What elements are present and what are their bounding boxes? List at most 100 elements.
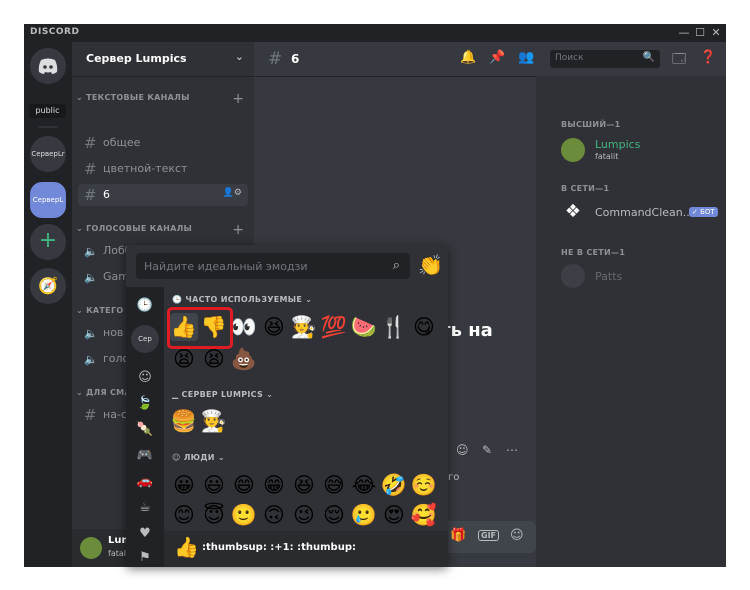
minimize-button[interactable]: — <box>676 25 692 41</box>
search-icon: 🔍 <box>642 52 655 63</box>
explore-servers-button[interactable]: 🧭 <box>30 268 66 304</box>
speaker-icon: 🔈 <box>84 327 98 340</box>
app-brand: DISCORD <box>30 27 80 37</box>
bot-avatar-icon[interactable]: ❖ <box>561 200 585 224</box>
add-channel-icon[interactable]: + <box>232 92 244 106</box>
emoji-custom-cook[interactable]: 🧑‍🍳 <box>200 407 228 435</box>
category-dlya[interactable]: ⌄ ДЛЯ СМА <box>76 388 131 397</box>
emoji-icon[interactable]: ☺ <box>510 528 524 543</box>
flag-icon[interactable]: ⚑ <box>134 547 156 567</box>
car-icon[interactable]: 🚗 <box>134 471 156 493</box>
emoji-search-placeholder: Найдите идеальный эмодзи <box>144 260 308 273</box>
emoji-people[interactable]: 😉 <box>290 501 318 529</box>
emoji-people[interactable]: 🙂 <box>230 501 258 529</box>
clapping-hands-icon[interactable]: 👏 <box>418 253 443 277</box>
home-button[interactable] <box>30 48 66 84</box>
gamepad-icon[interactable]: 🎮 <box>134 445 156 467</box>
emoji-people[interactable]: 😍 <box>380 501 408 529</box>
message-composer[interactable]: 🎁 GIF ☺ <box>440 521 536 553</box>
emoji-eyes[interactable]: 👀 <box>230 313 258 341</box>
rail-divider <box>38 126 58 128</box>
popsicle-icon[interactable]: 🍡 <box>134 419 156 441</box>
server-header[interactable]: Сервер Lumpics ⌄ <box>72 42 254 77</box>
emoji-tired-face[interactable]: 😫 <box>200 345 228 373</box>
emoji-100[interactable]: 💯 <box>320 313 348 341</box>
close-button[interactable]: ✕ <box>708 25 724 41</box>
emoji-search-input[interactable]: Найдите идеальный эмодзи ⌕ <box>136 253 410 279</box>
more-icon[interactable]: ⋯ <box>506 443 518 457</box>
chevron-down-icon: ⌄ <box>234 50 244 63</box>
avatar[interactable] <box>80 537 102 559</box>
edit-icon[interactable]: ✎ <box>482 443 492 457</box>
category-voice-channels[interactable]: ⌄ ГОЛОСОВЫЕ КАНАЛЫ <box>76 224 192 233</box>
member-name[interactable]: Patts <box>595 270 622 283</box>
channel-6[interactable]: # 6 👤⚙ <box>78 184 248 206</box>
category-other[interactable]: ⌄ КАТЕГО <box>76 306 123 315</box>
maximize-button[interactable]: ☐ <box>692 25 708 41</box>
emoji-yum[interactable]: 😋 <box>410 313 438 341</box>
preview-shortcodes: :thumbsup: :+1: :thumbup: <box>202 542 356 553</box>
emoji-fork-knife[interactable]: 🍴 <box>380 313 408 341</box>
section-people[interactable]: ☺ ЛЮДИ ⌄ <box>172 453 225 462</box>
channel-obshchee[interactable]: # общее <box>78 132 248 154</box>
emoji-custom-burger[interactable]: 🍔 <box>170 407 198 435</box>
bell-icon[interactable]: 🔔 <box>460 50 476 65</box>
clock-icon[interactable]: 🕒 <box>134 295 156 317</box>
hash-icon: # <box>84 186 97 204</box>
member-name[interactable]: CommandClean... <box>595 206 693 219</box>
search-input[interactable]: Поиск 🔍 <box>550 50 660 68</box>
emoji-people[interactable]: 😂 <box>350 471 378 499</box>
member-group-title: В СЕТИ—1 <box>561 184 610 193</box>
server-emoji-tab[interactable]: Сер <box>131 325 159 353</box>
emoji-people[interactable]: 😀 <box>170 471 198 499</box>
gif-icon[interactable]: GIF <box>478 530 500 541</box>
emoji-people[interactable]: ☺️ <box>410 471 438 499</box>
emoji-people[interactable]: 😃 <box>200 471 228 499</box>
user-tag: fatal <box>108 549 126 558</box>
add-voice-channel-icon[interactable]: + <box>232 223 244 237</box>
category-text-channels[interactable]: ⌄ ТЕКСТОВЫЕ КАНАЛЫ <box>76 93 190 102</box>
plus-icon: + <box>38 228 58 253</box>
emoji-people[interactable]: 😊 <box>170 501 198 529</box>
add-reaction-icon[interactable]: ☺ <box>456 443 469 457</box>
help-icon[interactable]: ❓ <box>700 50 716 65</box>
server-icon-lr[interactable]: СерверLr <box>30 136 66 172</box>
emoji-poop[interactable]: 💩 <box>230 345 258 373</box>
channel-tsvetnoy-tekst[interactable]: # цветной-текст <box>78 158 248 180</box>
leaf-icon[interactable]: 🍃 <box>134 393 156 415</box>
emoji-people[interactable]: 🥲 <box>350 501 378 529</box>
server-icon-lumpics[interactable]: СерверL <box>30 182 66 218</box>
speaker-icon: 🔈 <box>84 245 98 258</box>
avatar[interactable] <box>561 264 585 288</box>
member-status: fatalit <box>595 152 619 161</box>
emoji-watermelon[interactable]: 🍉 <box>350 313 378 341</box>
emoji-people[interactable]: 😇 <box>200 501 228 529</box>
emoji-people[interactable]: 😌 <box>320 501 348 529</box>
avatar[interactable] <box>561 138 585 162</box>
gift-icon[interactable]: 🎁 <box>450 528 466 543</box>
cup-icon[interactable]: ☕ <box>134 497 156 519</box>
heart-icon[interactable]: ♥ <box>134 523 156 545</box>
emoji-people[interactable]: 😁 <box>260 471 288 499</box>
emoji-people[interactable]: 🤣 <box>380 471 408 499</box>
server-name: Сервер Lumpics <box>86 52 187 65</box>
pin-icon[interactable]: 📌 <box>489 50 505 65</box>
emoji-people[interactable]: 😆 <box>290 471 318 499</box>
section-server[interactable]: ▁ СЕРВЕР LUMPICS ⌄ <box>172 390 273 399</box>
emoji-people[interactable]: 🙃 <box>260 501 288 529</box>
message-actions: ☺ ✎ ⋯ <box>452 438 532 466</box>
emoji-cook[interactable]: 🧑‍🍳 <box>290 313 318 341</box>
member-name[interactable]: Lumpics <box>595 138 640 151</box>
members-icon[interactable]: 👥 <box>518 50 534 65</box>
smiley-icon[interactable]: ☺ <box>134 367 156 389</box>
invite-settings-icons[interactable]: 👤⚙ <box>223 188 242 198</box>
emoji-people[interactable]: 😅 <box>320 471 348 499</box>
emoji-people[interactable]: 😄 <box>230 471 258 499</box>
add-server-button[interactable]: + <box>30 224 66 260</box>
emoji-laughing[interactable]: 😆 <box>260 313 288 341</box>
emoji-people[interactable]: 🥰 <box>410 501 438 529</box>
section-frequent[interactable]: 🕒 ЧАСТО ИСПОЛЬЗУЕМЫЕ ⌄ <box>172 295 312 304</box>
inbox-icon[interactable]: 🗔 <box>672 50 686 72</box>
hash-icon: # <box>84 134 97 152</box>
emoji-tired-face[interactable]: 😫 <box>170 345 198 373</box>
